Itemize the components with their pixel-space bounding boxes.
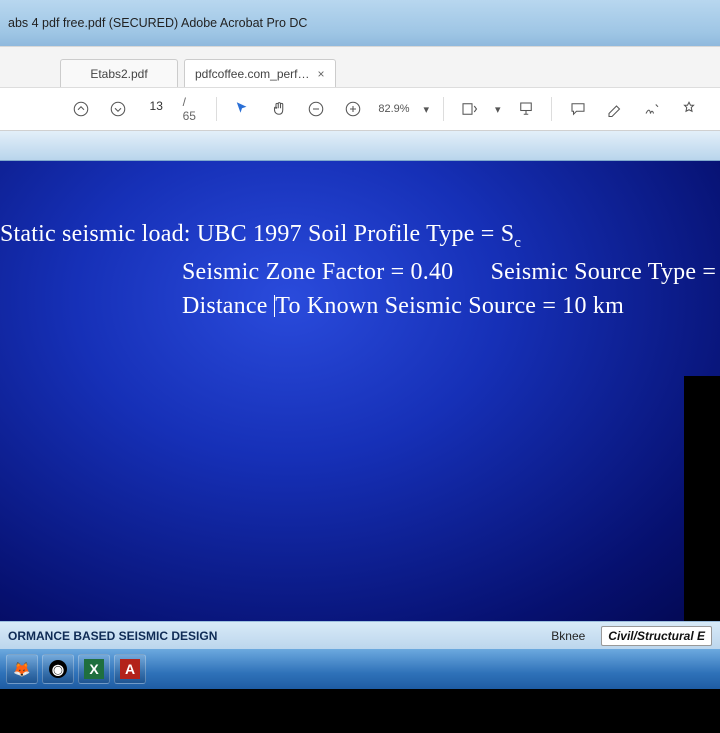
footer-mid: Bknee xyxy=(551,629,585,643)
close-icon[interactable]: × xyxy=(318,67,325,81)
tab-label: pdfcoffee.com_perf… xyxy=(195,67,310,81)
window-titlebar: abs 4 pdf free.pdf (SECURED) Adobe Acrob… xyxy=(0,0,720,46)
window-title: abs 4 pdf free.pdf (SECURED) Adobe Acrob… xyxy=(8,16,307,30)
zoom-out-icon[interactable] xyxy=(305,97,328,121)
document-tabs: Etabs2.pdf pdfcoffee.com_perf… × xyxy=(0,47,720,87)
taskbar-firefox[interactable]: 🦊 xyxy=(6,654,38,684)
toolbar-separator xyxy=(216,97,217,121)
main-toolbar: 13 / 65 82.9% ▾ ▾ xyxy=(0,87,720,131)
toolbar-separator xyxy=(551,97,552,121)
highlight-icon[interactable] xyxy=(603,97,626,121)
slide-footer-bar: ORMANCE BASED SEISMIC DESIGN Bknee Civil… xyxy=(0,621,720,649)
github-icon: ◉ xyxy=(49,660,67,678)
document-viewport[interactable]: Static seismic load: UBC 1997 Soil Profi… xyxy=(0,161,720,621)
stamp-icon[interactable] xyxy=(677,97,700,121)
taskbar-reader[interactable]: A xyxy=(114,654,146,684)
sign-icon[interactable] xyxy=(640,97,663,121)
footer-left: ORMANCE BASED SEISMIC DESIGN xyxy=(8,629,217,643)
taskbar-excel[interactable]: X xyxy=(78,654,110,684)
tab-label: Etabs2.pdf xyxy=(90,67,147,81)
page-down-icon[interactable] xyxy=(107,97,130,121)
windows-taskbar: 🦊 ◉ X A xyxy=(0,649,720,689)
page-up-icon[interactable] xyxy=(70,97,93,121)
excel-icon: X xyxy=(84,659,104,679)
overlay-black-panel xyxy=(684,376,720,621)
zoom-value[interactable]: 82.9% xyxy=(378,103,409,115)
fit-width-icon[interactable] xyxy=(458,97,481,121)
zoom-dropdown-icon[interactable]: ▾ xyxy=(424,103,430,116)
acrobat-top-area: Etabs2.pdf pdfcoffee.com_perf… × 13 / 65 xyxy=(0,46,720,131)
slide-line-1: Static seismic load: UBC 1997 Soil Profi… xyxy=(0,217,720,255)
fit-dropdown-icon[interactable]: ▾ xyxy=(495,103,501,116)
tab-pdfcoffee[interactable]: pdfcoffee.com_perf… × xyxy=(184,59,336,87)
page-total: / 65 xyxy=(183,95,202,123)
slide-line-3: Distance To Known Seismic Source = 10 km xyxy=(0,289,720,324)
slide-content: Static seismic load: UBC 1997 Soil Profi… xyxy=(0,161,720,621)
hand-tool-icon[interactable] xyxy=(268,97,291,121)
comment-icon[interactable] xyxy=(566,97,589,121)
taskbar-spacer xyxy=(150,649,714,689)
letterbox-bottom xyxy=(0,689,720,733)
firefox-icon: 🦊 xyxy=(13,661,30,678)
adobe-reader-icon: A xyxy=(120,659,140,679)
zoom-in-icon[interactable] xyxy=(341,97,364,121)
text-cursor xyxy=(274,295,276,317)
page-current-input[interactable]: 13 xyxy=(144,99,169,119)
taskbar-github[interactable]: ◉ xyxy=(42,654,74,684)
tab-etabs2[interactable]: Etabs2.pdf xyxy=(60,59,178,87)
select-tool-icon[interactable] xyxy=(231,97,254,121)
read-mode-icon[interactable] xyxy=(514,97,537,121)
ribbon-gradient xyxy=(0,131,720,161)
footer-right-badge: Civil/Structural E xyxy=(601,626,712,646)
toolbar-separator xyxy=(443,97,444,121)
slide-line-2: Seismic Zone Factor = 0.40 Seismic Sourc… xyxy=(0,255,720,290)
